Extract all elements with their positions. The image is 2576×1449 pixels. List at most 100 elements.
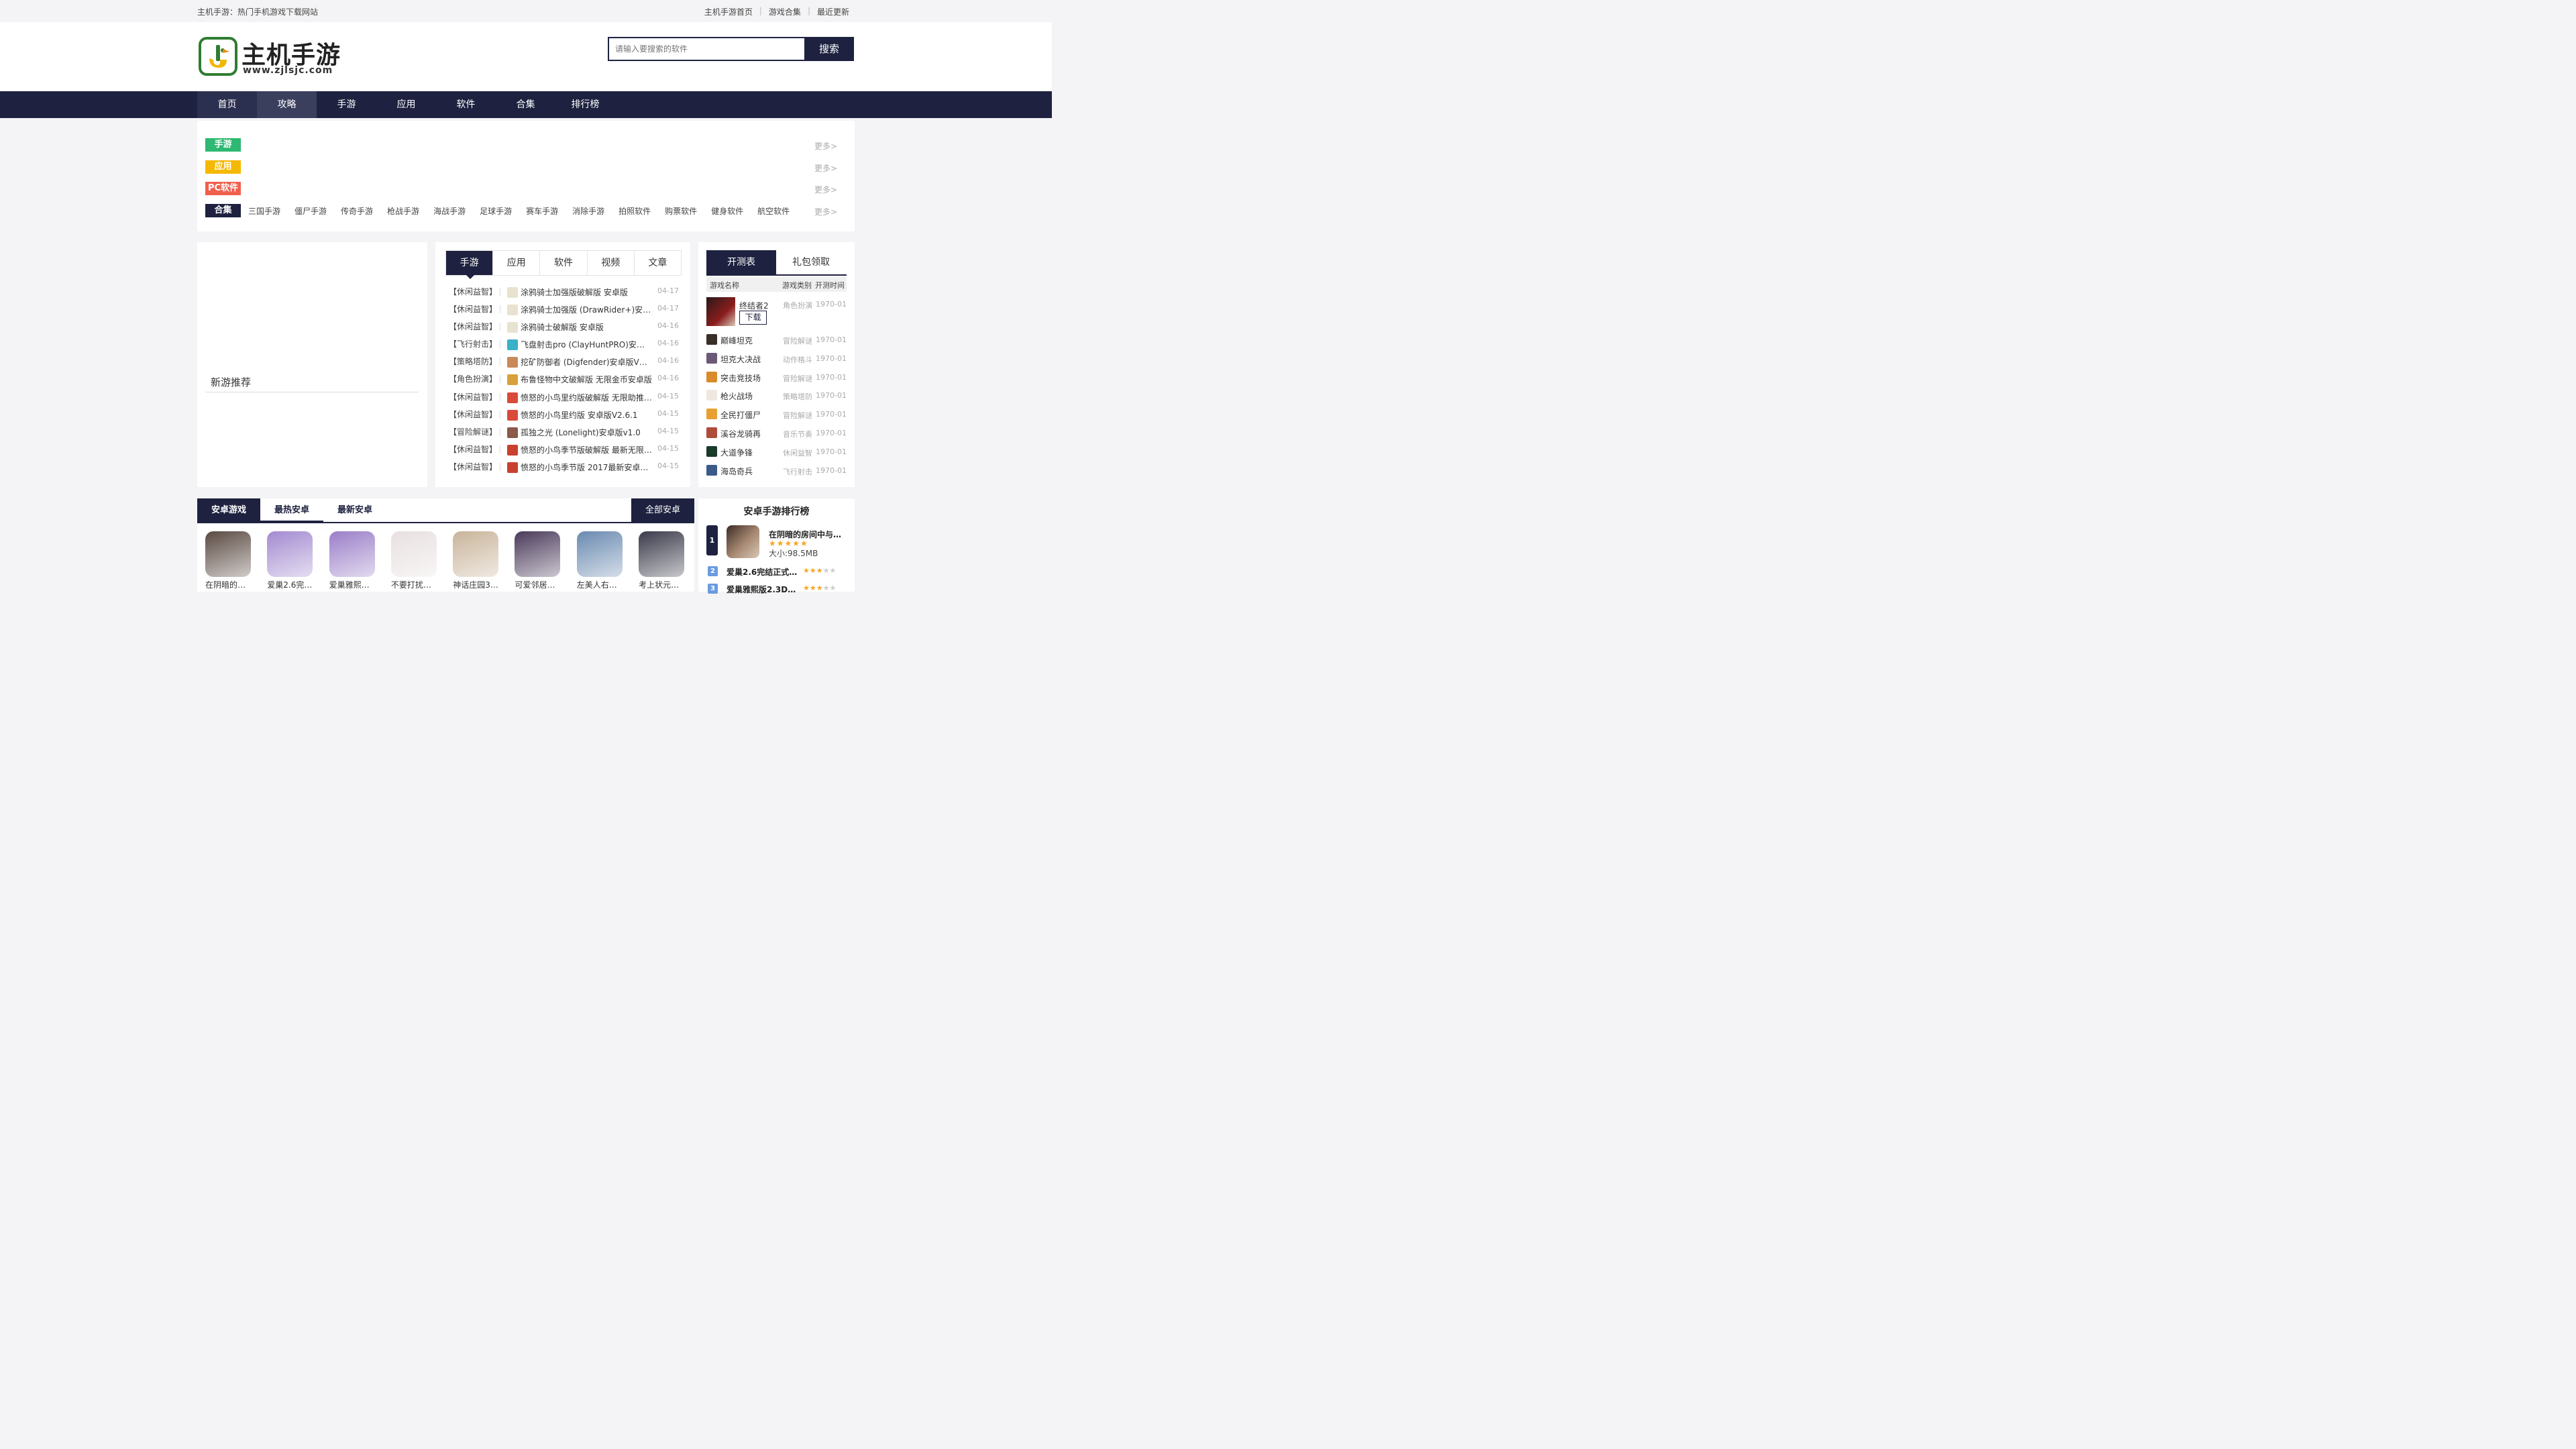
- tab-hot-android[interactable]: 最热安卓: [260, 498, 323, 523]
- schedule-row[interactable]: 溪谷龙骑再 音乐节奏 1970-01: [706, 427, 847, 439]
- collection-link[interactable]: 海战手游: [433, 205, 466, 217]
- tab-new-android[interactable]: 最新安卓: [323, 498, 386, 523]
- news-item[interactable]: 【休闲益智】 涂鸦骑士加强版 (DrawRider+)安卓版v1.0 04-17: [446, 300, 681, 317]
- category-tag-pc-software[interactable]: PC软件: [205, 182, 241, 195]
- schedule-featured-row[interactable]: 终结者2 下载 角色扮演 1970-01: [706, 297, 847, 327]
- game-name[interactable]: 全民打僵尸: [720, 409, 761, 421]
- tab-test-schedule[interactable]: 开测表: [706, 250, 776, 274]
- more-link[interactable]: 更多>: [814, 162, 837, 174]
- news-item[interactable]: 【休闲益智】 愤怒的小鸟里约版破解版 无限助推道具 04-15: [446, 388, 681, 405]
- game-card[interactable]: 爱巢2.6完结正式冷狐版: [267, 531, 313, 590]
- category-tag-apps[interactable]: 应用: [205, 160, 241, 174]
- top-links: 主机手游首页 | 游戏合集 | 最近更新: [704, 6, 849, 17]
- news-title[interactable]: 涂鸦骑士加强版 (DrawRider+)安卓版v1.0: [521, 304, 652, 315]
- collection-link[interactable]: 拍照软件: [619, 205, 651, 217]
- game-name[interactable]: 枪火战场: [720, 390, 753, 402]
- schedule-row[interactable]: 突击竞技场 冒险解谜 1970-01: [706, 371, 847, 384]
- tab-apps[interactable]: 应用: [493, 251, 541, 275]
- nav-apps[interactable]: 应用: [376, 91, 436, 118]
- game-name[interactable]: 海岛奇兵: [720, 466, 753, 477]
- collection-link[interactable]: 赛车手游: [526, 205, 558, 217]
- nav-mobile-games[interactable]: 手游: [317, 91, 376, 118]
- game-card[interactable]: 爱巢雅熙版2.3D+全CG: [329, 531, 375, 590]
- category-tag-collections[interactable]: 合集: [205, 204, 241, 217]
- download-button[interactable]: 下载: [739, 311, 767, 325]
- collection-link[interactable]: 足球手游: [480, 205, 512, 217]
- game-name[interactable]: 突击竞技场: [720, 372, 761, 384]
- tab-mobile-games[interactable]: 手游: [446, 251, 494, 279]
- news-title[interactable]: 飞盘射击pro (ClayHuntPRO)安卓版v1.0: [521, 339, 652, 350]
- collection-link[interactable]: 健身软件: [711, 205, 743, 217]
- news-title[interactable]: 涂鸦骑士加强版破解版 安卓版: [521, 286, 652, 298]
- tab-articles[interactable]: 文章: [635, 251, 681, 275]
- search-input[interactable]: [608, 37, 804, 61]
- news-item[interactable]: 【休闲益智】 愤怒的小鸟季节版 2017最新安卓版本 04-15: [446, 458, 681, 475]
- all-android-button[interactable]: 全部安卓: [631, 498, 694, 523]
- game-name[interactable]: 坦克大决战: [720, 354, 761, 365]
- top-link-collections[interactable]: 游戏合集: [769, 6, 801, 17]
- tab-videos[interactable]: 视频: [588, 251, 635, 275]
- nav-rankings[interactable]: 排行榜: [555, 91, 615, 118]
- ranking-item-2[interactable]: 2 爱巢2.6完结正式冷狐版 ★★★★★: [706, 566, 847, 578]
- game-card[interactable]: 在阴暗的房间中与孤独的少女: [205, 531, 251, 590]
- site-logo[interactable]: 主机手游 www.zjlsjc.com: [199, 37, 346, 77]
- news-item[interactable]: 【休闲益智】 愤怒的小鸟里约版 安卓版V2.6.1 04-15: [446, 405, 681, 423]
- tab-android-games[interactable]: 安卓游戏: [197, 498, 260, 523]
- game-card[interactable]: 左美人右佳人: [576, 531, 623, 590]
- game-name[interactable]: 溪谷龙骑再: [720, 428, 761, 439]
- schedule-row[interactable]: 巅峰坦克 冒险解谜 1970-01: [706, 334, 847, 346]
- category-tag-mobile-games[interactable]: 手游: [205, 138, 241, 152]
- schedule-row[interactable]: 全民打僵尸 冒险解谜 1970-01: [706, 409, 847, 421]
- news-item[interactable]: 【休闲益智】 涂鸦骑士破解版 安卓版 04-16: [446, 317, 681, 335]
- collection-link[interactable]: 购票软件: [665, 205, 697, 217]
- news-title[interactable]: 愤怒的小鸟季节版破解版 最新无限金币版: [521, 444, 652, 455]
- ranking-item-3[interactable]: 3 爱巢雅熙版2.3D+全CG ★★★★★: [706, 584, 847, 596]
- collection-link[interactable]: 传奇手游: [341, 205, 373, 217]
- news-title[interactable]: 涂鸦骑士破解版 安卓版: [521, 321, 652, 333]
- game-name: 爱巢雅熙版2.3D+全CG: [329, 580, 375, 590]
- tab-software[interactable]: 软件: [540, 251, 588, 275]
- news-title[interactable]: 孤独之光 (Lonelight)安卓版v1.0: [521, 427, 652, 438]
- news-item[interactable]: 【飞行射击】 飞盘射击pro (ClayHuntPRO)安卓版v1.0 04-16: [446, 335, 681, 352]
- ranking-item-1[interactable]: 1 在阴暗的房间中与孤独的少女 ★★★★★ 大小:98.5MB: [706, 525, 848, 559]
- game-type: 飞行射击: [783, 467, 812, 476]
- nav-collections[interactable]: 合集: [496, 91, 555, 118]
- collection-link[interactable]: 僵尸手游: [294, 205, 327, 217]
- collection-link[interactable]: 航空软件: [757, 205, 790, 217]
- tab-gift-packs[interactable]: 礼包领取: [776, 250, 846, 274]
- top-link-latest[interactable]: 最近更新: [817, 6, 849, 17]
- more-link[interactable]: 更多>: [814, 184, 837, 195]
- game-icon: [507, 444, 518, 455]
- schedule-row[interactable]: 坦克大决战 动作格斗 1970-01: [706, 352, 847, 365]
- game-card[interactable]: 考上状元就娶你: [639, 531, 685, 590]
- news-item[interactable]: 【角色扮演】 布鲁怪物中文破解版 无限金币安卓版 04-16: [446, 370, 681, 387]
- schedule-row[interactable]: 海岛奇兵 飞行射击 1970-01: [706, 464, 847, 477]
- game-name[interactable]: 大道争锋: [720, 447, 753, 458]
- search-button[interactable]: 搜索: [804, 37, 854, 61]
- collection-link[interactable]: 枪战手游: [387, 205, 419, 217]
- news-item[interactable]: 【休闲益智】 愤怒的小鸟季节版破解版 最新无限金币版 04-15: [446, 440, 681, 458]
- top-link-home[interactable]: 主机手游首页: [704, 6, 753, 17]
- news-title[interactable]: 布鲁怪物中文破解版 无限金币安卓版: [521, 374, 652, 385]
- news-title[interactable]: 愤怒的小鸟季节版 2017最新安卓版本: [521, 462, 652, 473]
- more-link[interactable]: 更多>: [814, 140, 837, 152]
- game-card[interactable]: 神话庄园3.1汉化版: [453, 531, 499, 590]
- nav-guides[interactable]: 攻略: [257, 91, 317, 118]
- more-link[interactable]: 更多>: [814, 206, 837, 217]
- collection-link[interactable]: 消除手游: [572, 205, 604, 217]
- news-item[interactable]: 【休闲益智】 涂鸦骑士加强版破解版 安卓版 04-17: [446, 282, 681, 300]
- schedule-row[interactable]: 枪火战场 策略塔防 1970-01: [706, 390, 847, 402]
- nav-home[interactable]: 首页: [197, 91, 257, 118]
- game-name[interactable]: 巅峰坦克: [720, 335, 753, 346]
- news-title[interactable]: 挖矿防御者 (Digfender)安卓版V1.0.2: [521, 356, 652, 368]
- news-category: 【休闲益智】: [449, 409, 498, 419]
- collection-link[interactable]: 三国手游: [248, 205, 280, 217]
- game-card[interactable]: 不要打扰娜娜子: [390, 531, 437, 590]
- schedule-row[interactable]: 大道争锋 休闲益智 1970-01: [706, 445, 847, 458]
- news-title[interactable]: 愤怒的小鸟里约版破解版 无限助推道具: [521, 392, 652, 403]
- news-item[interactable]: 【策略塔防】 挖矿防御者 (Digfender)安卓版V1.0.2 04-16: [446, 352, 681, 370]
- game-card[interactable]: 可爱邻居CG存档版: [515, 531, 561, 590]
- news-title[interactable]: 愤怒的小鸟里约版 安卓版V2.6.1: [521, 409, 652, 421]
- nav-software[interactable]: 软件: [436, 91, 496, 118]
- news-item[interactable]: 【冒险解谜】 孤独之光 (Lonelight)安卓版v1.0 04-15: [446, 423, 681, 440]
